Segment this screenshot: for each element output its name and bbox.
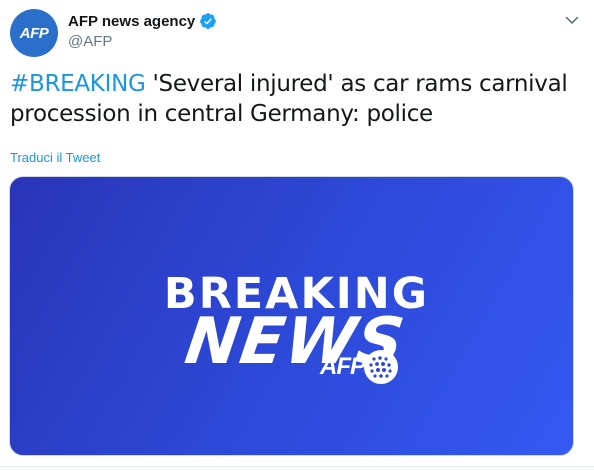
- tweet-text: #BREAKING 'Several injured' as car rams …: [10, 69, 580, 129]
- hashtag-link[interactable]: #BREAKING: [10, 71, 146, 97]
- globe-icon: [364, 350, 398, 384]
- afp-logo-text: AFP: [320, 353, 366, 380]
- author-handle[interactable]: @AFP: [68, 33, 112, 50]
- verified-badge-icon: [200, 13, 217, 29]
- author-name[interactable]: AFP news agency: [68, 13, 195, 30]
- divider: [0, 466, 594, 467]
- tweet: AFP AFP news agency @AFP #BREAKING 'Seve…: [0, 0, 594, 470]
- avatar[interactable]: AFP: [10, 9, 58, 57]
- avatar-logo-text: AFP: [19, 24, 49, 42]
- media-image[interactable]: BREAKING NEWS AFP: [9, 176, 574, 456]
- afp-logo: AFP: [320, 347, 401, 387]
- chevron-down-icon[interactable]: [564, 12, 580, 28]
- author-name-row[interactable]: AFP news agency: [68, 12, 217, 30]
- translate-tweet-link[interactable]: Traduci il Tweet: [10, 150, 100, 165]
